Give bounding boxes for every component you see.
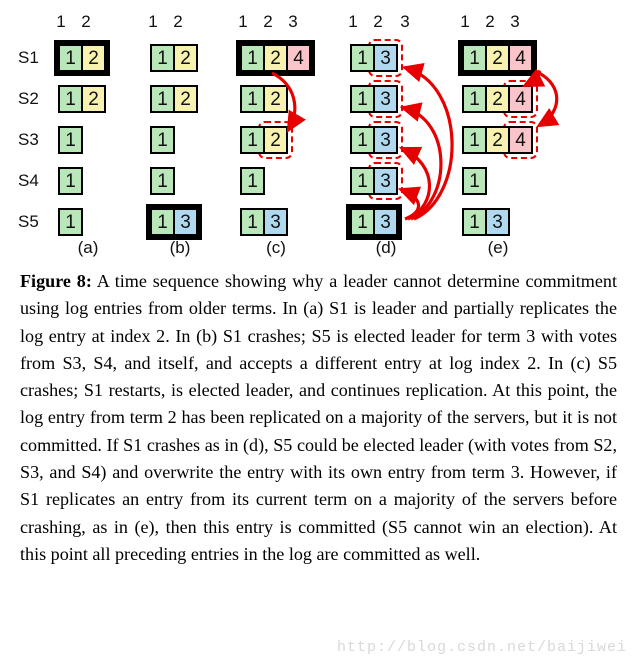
- log-entry-term-1: 1: [240, 126, 265, 154]
- panel-label-e: (e): [487, 238, 509, 257]
- log-entry-term-1: 1: [462, 44, 487, 72]
- column-header: 2: [173, 12, 183, 31]
- log-entry-term-1: 1: [350, 85, 375, 113]
- log-entry-term-1: 1: [58, 167, 83, 195]
- caption-text: A time sequence showing why a leader can…: [20, 271, 617, 564]
- log-entry-term-1: 1: [350, 167, 375, 195]
- log-row-d-s2: 13: [350, 85, 398, 113]
- log-entry-term-2: 2: [263, 44, 288, 72]
- log-row-e-s5: 13: [462, 208, 510, 236]
- log-row-e-s4: 1: [462, 167, 487, 195]
- log-row-e-s1: 124: [458, 40, 537, 76]
- raft-commitment-figure: 1 2 1 2 1 2 3 1 2 3 1 2 3 S1 S2 S3 S4 S5…: [0, 0, 635, 262]
- log-row-e-s3: 124: [462, 126, 533, 154]
- log-entry-term-2: 2: [485, 44, 510, 72]
- log-entry-term-2: 2: [485, 85, 510, 113]
- log-entry-term-3: 3: [373, 85, 398, 113]
- column-header: 2: [81, 12, 91, 31]
- log-entry-term-1: 1: [58, 85, 83, 113]
- log-entry-term-1: 1: [58, 126, 83, 154]
- log-entry-term-1: 1: [350, 44, 375, 72]
- panel-label-c: (c): [266, 238, 286, 257]
- log-entry-term-1: 1: [150, 44, 175, 72]
- log-entry-term-1: 1: [462, 208, 487, 236]
- log-entry-term-1: 1: [462, 126, 487, 154]
- log-row-d-s3: 13: [350, 126, 398, 154]
- log-entry-term-1: 1: [350, 126, 375, 154]
- log-entry-term-1: 1: [150, 208, 175, 236]
- watermark-url: http://blog.csdn.net/baijiwei: [336, 639, 627, 656]
- log-entry-term-2: 2: [173, 44, 198, 72]
- log-row-d-s1: 13: [350, 44, 398, 72]
- log-entry-term-3: 3: [263, 208, 288, 236]
- log-entry-term-2: 2: [263, 85, 288, 113]
- log-entry-term-1: 1: [462, 167, 487, 195]
- column-header: 2: [373, 12, 383, 31]
- log-entry-term-3: 3: [373, 44, 398, 72]
- log-entry-term-1: 1: [150, 167, 175, 195]
- log-entry-term-1: 1: [240, 44, 265, 72]
- panel-label-b: (b): [169, 238, 191, 257]
- log-row-a-s2: 12: [58, 85, 106, 113]
- log-entry-term-3: 3: [373, 126, 398, 154]
- log-entry-term-3: 3: [485, 208, 510, 236]
- log-entry-term-4: 4: [508, 85, 533, 113]
- log-entry-term-4: 4: [508, 44, 533, 72]
- log-row-d-s4: 13: [350, 167, 398, 195]
- log-row-b-s4: 1: [150, 167, 175, 195]
- figure-number: Figure 8:: [20, 271, 92, 291]
- log-row-d-s5: 13: [346, 204, 402, 240]
- log-entry-term-2: 2: [485, 126, 510, 154]
- log-entry-term-3: 3: [373, 167, 398, 195]
- log-row-c-s4: 1: [240, 167, 265, 195]
- log-entry-term-3: 3: [373, 208, 398, 236]
- figure-caption: Figure 8: A time sequence showing why a …: [20, 268, 617, 568]
- log-row-b-s2: 12: [150, 85, 198, 113]
- log-entry-term-1: 1: [240, 208, 265, 236]
- log-row-b-s1: 12: [150, 44, 198, 72]
- log-row-e-s2: 124: [462, 85, 533, 113]
- column-header: 3: [400, 12, 410, 31]
- log-row-c-s2: 12: [240, 85, 288, 113]
- row-label-s1: S1: [18, 48, 39, 67]
- log-row-a-s4: 1: [58, 167, 83, 195]
- log-row-c-s5: 13: [240, 208, 288, 236]
- log-entry-term-2: 2: [173, 85, 198, 113]
- log-row-c-s1: 124: [236, 40, 315, 76]
- log-row-a-s3: 1: [58, 126, 83, 154]
- panel-label-a: (a): [77, 238, 99, 257]
- row-label-s2: S2: [18, 89, 39, 108]
- log-row-b-s5: 13: [146, 204, 202, 240]
- log-entry-term-1: 1: [150, 85, 175, 113]
- log-row-c-s3: 12: [240, 126, 288, 154]
- log-row-b-s3: 1: [150, 126, 175, 154]
- log-entry-term-4: 4: [286, 44, 311, 72]
- log-entry-term-1: 1: [462, 85, 487, 113]
- log-row-a-s5: 1: [58, 208, 83, 236]
- log-entry-term-1: 1: [240, 167, 265, 195]
- row-label-s3: S3: [18, 130, 39, 149]
- row-label-s5: S5: [18, 212, 39, 231]
- column-header: 3: [510, 12, 520, 31]
- panel-label-d: (d): [375, 238, 397, 257]
- column-header: 3: [288, 12, 298, 31]
- log-entry-term-2: 2: [81, 44, 106, 72]
- log-entry-term-3: 3: [173, 208, 198, 236]
- log-entry-term-1: 1: [240, 85, 265, 113]
- log-entry-term-2: 2: [263, 126, 288, 154]
- log-entry-term-1: 1: [350, 208, 375, 236]
- log-entry-term-1: 1: [58, 44, 83, 72]
- log-entry-term-1: 1: [150, 126, 175, 154]
- log-entry-term-2: 2: [81, 85, 106, 113]
- log-entry-term-4: 4: [508, 126, 533, 154]
- row-label-s4: S4: [18, 171, 39, 190]
- log-row-a-s1: 12: [54, 40, 110, 76]
- log-entry-term-1: 1: [58, 208, 83, 236]
